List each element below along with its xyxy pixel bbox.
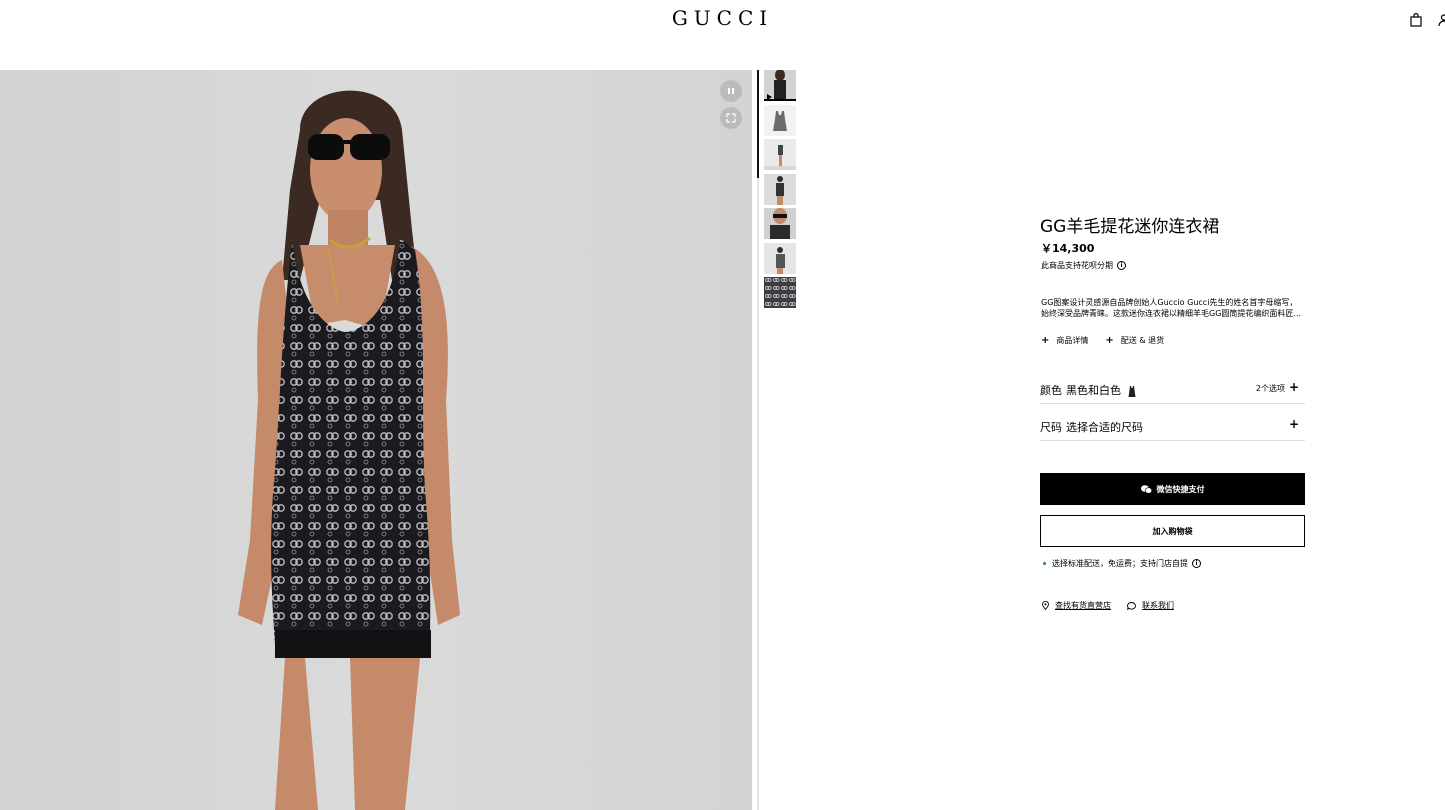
header: GUCCI xyxy=(0,0,1445,40)
find-store-link[interactable]: 查找有货直营店 xyxy=(1042,600,1111,611)
shipping-returns-label: 配送 & 退货 xyxy=(1120,336,1165,345)
plus-icon[interactable]: + xyxy=(1289,380,1299,394)
gallery-scrollbar-thumb[interactable] xyxy=(757,70,759,178)
availability-dot xyxy=(1043,562,1046,565)
size-label: 尺码 xyxy=(1040,421,1062,434)
product-details-link[interactable]: + 商品详情 xyxy=(1041,335,1088,346)
find-store-label: 查找有货直营店 xyxy=(1055,601,1111,610)
dress-swatch-icon xyxy=(1128,382,1136,401)
support-links: 查找有货直营店 联系我们 xyxy=(1042,600,1190,611)
thumbnail-side-view[interactable] xyxy=(764,242,796,274)
product-price: ￥14,300 xyxy=(1041,242,1095,255)
model-photo xyxy=(0,70,752,810)
size-value: 选择合适的尺码 xyxy=(1066,421,1143,434)
wechat-icon xyxy=(1140,484,1152,494)
description-line: 始终深受品牌青睐。这款迷你连衣裙以精细羊毛GG圆筒提花编织面料匠... xyxy=(1041,309,1302,318)
account-icon[interactable] xyxy=(1437,12,1445,26)
info-icon[interactable]: i xyxy=(1117,261,1126,270)
fullscreen-icon xyxy=(726,113,736,123)
thumbnail-product-flat[interactable] xyxy=(764,104,796,136)
plus-icon: + xyxy=(1105,335,1114,346)
product-info-links: + 商品详情 + 配送 & 退货 xyxy=(1041,335,1181,346)
installment-note: 此商品支持花呗分期 i xyxy=(1041,260,1126,271)
product-description: GG图案设计灵感源自品牌创始人Guccio Gucci先生的姓名首字母缩写， 始… xyxy=(1041,297,1305,319)
fullscreen-button[interactable] xyxy=(720,107,742,129)
contact-us-label: 联系我们 xyxy=(1142,601,1174,610)
product-title: GG羊毛提花迷你连衣裙 xyxy=(1040,217,1220,237)
color-label: 颜色 xyxy=(1040,384,1062,397)
wechat-pay-label: 微信快捷支付 xyxy=(1156,484,1205,494)
color-selector[interactable]: 颜色 黑色和白色 2个选项 + xyxy=(1040,367,1305,404)
product-main-image[interactable] xyxy=(0,70,752,810)
product-details-label: 商品详情 xyxy=(1056,336,1089,345)
gucci-logo[interactable]: GUCCI xyxy=(0,6,1445,30)
shipping-returns-link[interactable]: + 配送 & 退货 xyxy=(1105,335,1164,346)
pause-button[interactable] xyxy=(720,80,742,102)
installment-text: 此商品支持花呗分期 xyxy=(1041,261,1113,270)
shipping-note: 选择标准配送，免运费；支持门店自提 i xyxy=(1043,558,1201,569)
location-pin-icon xyxy=(1042,601,1049,610)
thumbnail-strip xyxy=(764,70,796,312)
info-icon[interactable]: i xyxy=(1192,559,1201,568)
thumbnail-full-look[interactable] xyxy=(764,139,796,170)
add-to-bag-button[interactable]: 加入购物袋 xyxy=(1040,515,1305,547)
plus-icon: + xyxy=(1041,335,1050,346)
chat-bubble-icon xyxy=(1127,601,1136,610)
pause-icon xyxy=(728,88,734,94)
color-value: 黑色和白色 xyxy=(1066,384,1121,397)
shopping-bag-icon[interactable] xyxy=(1409,12,1423,27)
gallery-scrollbar-track[interactable] xyxy=(757,70,759,810)
description-line: GG图案设计灵感源自品牌创始人Guccio Gucci先生的姓名首字母缩写， xyxy=(1041,298,1298,307)
plus-icon[interactable]: + xyxy=(1289,417,1299,431)
size-selector[interactable]: 尺码 选择合适的尺码 + xyxy=(1040,404,1305,441)
color-options-count: 2个选项 xyxy=(1255,384,1285,393)
wechat-pay-button[interactable]: 微信快捷支付 xyxy=(1040,473,1305,505)
thumbnail-full-look-front[interactable] xyxy=(764,173,796,205)
thumbnail-sunglasses-closeup[interactable] xyxy=(764,208,796,239)
add-to-bag-label: 加入购物袋 xyxy=(1152,526,1193,536)
contact-us-link[interactable]: 联系我们 xyxy=(1127,600,1174,611)
thumbnail-gg-pattern-detail[interactable] xyxy=(764,277,796,308)
thumbnail-front-view[interactable] xyxy=(764,70,796,101)
shipping-note-text: 选择标准配送，免运费；支持门店自提 xyxy=(1052,559,1188,568)
